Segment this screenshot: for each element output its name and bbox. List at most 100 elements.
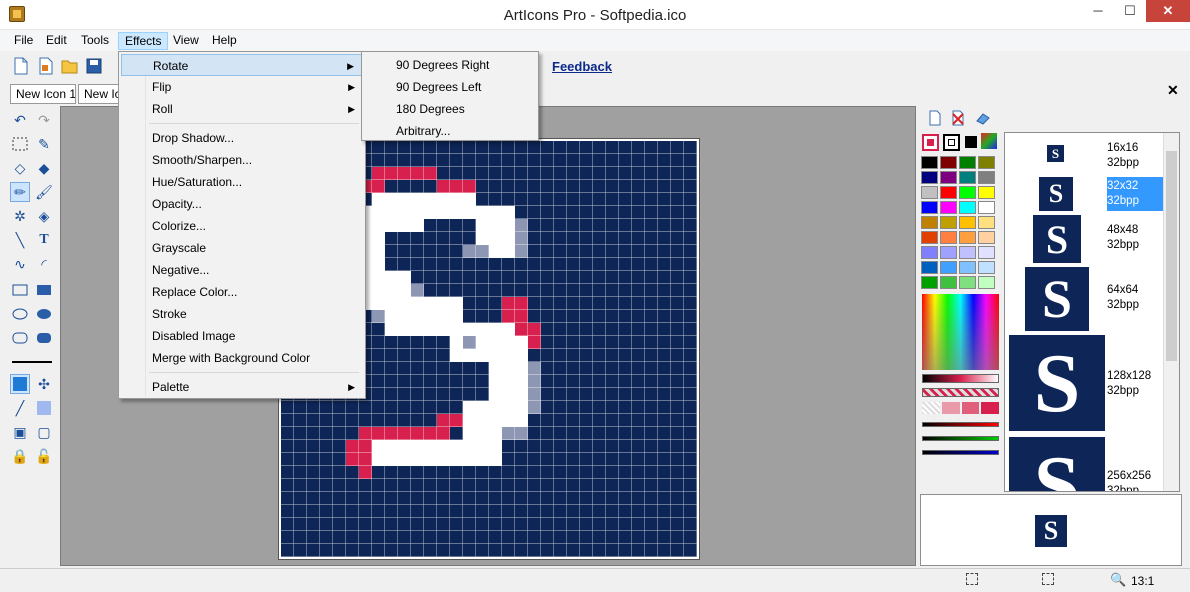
menu-tools[interactable]: Tools (75, 32, 115, 50)
new-from-image-icon[interactable] (37, 57, 55, 75)
menu-item-opacity[interactable]: Opacity... (121, 193, 363, 215)
feedback-link[interactable]: Feedback (552, 59, 612, 74)
clear-icon[interactable] (975, 111, 991, 125)
filled-ellipse-icon[interactable] (34, 304, 54, 324)
color-spectrum[interactable] (922, 294, 999, 370)
menu-file[interactable]: File (8, 32, 39, 50)
palette-swatch[interactable] (940, 156, 957, 169)
palette-swatch[interactable] (978, 171, 995, 184)
palette-swatch[interactable] (940, 216, 957, 229)
line-icon[interactable]: ╲ (10, 230, 30, 250)
rect-select-icon[interactable] (10, 134, 30, 154)
alpha-slider[interactable] (922, 388, 999, 397)
menu-item-hue-saturation[interactable]: Hue/Saturation... (121, 171, 363, 193)
default-colors-icon[interactable] (981, 133, 997, 149)
menu-item-negative[interactable]: Negative... (121, 259, 363, 281)
menu-item-rotate-arbitrary[interactable]: Arbitrary... (364, 120, 536, 142)
alpha-swatch[interactable] (981, 402, 999, 414)
redo-icon[interactable]: ↷ (34, 110, 54, 130)
fill-mode-icon[interactable] (10, 374, 30, 394)
maximize-button[interactable]: ☐ (1114, 0, 1146, 22)
palette-swatch[interactable] (959, 216, 976, 229)
palette-swatch[interactable] (921, 231, 938, 244)
menu-item-flip[interactable]: Flip ▶ (121, 76, 363, 98)
secondary-color-icon[interactable] (943, 134, 960, 151)
list-item-16x16[interactable]: S 16x16 32bpp (1005, 137, 1163, 177)
alpha-swatch[interactable] (961, 402, 980, 414)
menu-item-roll[interactable]: Roll ▶ (121, 98, 363, 120)
palette-swatch[interactable] (978, 201, 995, 214)
palette-swatch[interactable] (940, 276, 957, 289)
size-list-scrollbar[interactable] (1163, 133, 1179, 491)
ellipse-icon[interactable] (10, 304, 30, 324)
rectangle-icon[interactable] (10, 280, 30, 300)
lock-icon[interactable]: 🔒 (10, 446, 30, 466)
eraser-icon[interactable]: ◇ (10, 158, 30, 178)
fill-bucket-icon[interactable]: ◈ (34, 206, 54, 226)
eraser-block-icon[interactable]: ◆ (34, 158, 54, 178)
new-file-icon[interactable] (12, 57, 30, 75)
curve-icon[interactable]: ∿ (10, 254, 30, 274)
menu-item-grayscale[interactable]: Grayscale (121, 237, 363, 259)
palette-swatch[interactable] (978, 186, 995, 199)
alpha-swatch[interactable] (941, 402, 960, 414)
palette-swatch[interactable] (921, 216, 938, 229)
menu-item-drop-shadow[interactable]: Drop Shadow... (121, 127, 363, 149)
palette-swatch[interactable] (959, 156, 976, 169)
list-item-32x32[interactable]: S 32x32 32bpp (1005, 173, 1163, 213)
undo-icon[interactable]: ↶ (10, 110, 30, 130)
palette-swatch[interactable] (959, 276, 976, 289)
menu-item-rotate-90-right[interactable]: 90 Degrees Right (364, 54, 536, 76)
menu-item-palette[interactable]: Palette ▶ (121, 376, 363, 398)
primary-color-icon[interactable] (922, 134, 939, 151)
palette-swatch[interactable] (959, 246, 976, 259)
list-item-256x256[interactable]: S 256x256 32bpp (1005, 437, 1163, 491)
scrollbar-thumb[interactable] (1166, 151, 1177, 361)
list-item-128x128[interactable]: S 128x128 32bpp (1005, 335, 1163, 433)
palette-swatch[interactable] (959, 231, 976, 244)
transparency-icon[interactable]: ✣ (34, 374, 54, 394)
unlock-icon[interactable]: 🔓 (34, 446, 54, 466)
menu-view[interactable]: View (167, 32, 205, 50)
pencil-icon[interactable]: ✏ (10, 182, 30, 202)
palette-swatch[interactable] (940, 201, 957, 214)
palette-swatch[interactable] (921, 276, 938, 289)
list-item-64x64[interactable]: S 64x64 32bpp (1005, 267, 1163, 333)
palette-swatch[interactable] (959, 201, 976, 214)
palette-swatch[interactable] (978, 231, 995, 244)
palette-swatch[interactable] (921, 261, 938, 274)
menu-item-rotate[interactable]: Rotate ▶ (121, 54, 363, 76)
palette-swatch[interactable] (921, 156, 938, 169)
filled-rectangle-icon[interactable] (34, 280, 54, 300)
palette-swatch[interactable] (940, 186, 957, 199)
close-document-icon[interactable]: ✕ (1167, 82, 1179, 99)
color-picker-icon[interactable]: ✎ (34, 134, 54, 154)
menu-item-rotate-180[interactable]: 180 Degrees (364, 98, 536, 120)
palette-swatch[interactable] (978, 261, 995, 274)
palette-swatch[interactable] (921, 186, 938, 199)
menu-item-smooth-sharpen[interactable]: Smooth/Sharpen... (121, 149, 363, 171)
antialias-icon[interactable]: ╱ (10, 398, 30, 418)
menu-item-rotate-90-left[interactable]: 90 Degrees Left (364, 76, 536, 98)
palette-swatch[interactable] (940, 231, 957, 244)
arc-icon[interactable]: ◜ (34, 254, 54, 274)
palette-swatch[interactable] (940, 171, 957, 184)
menu-item-colorize[interactable]: Colorize... (121, 215, 363, 237)
filled-round-rect-icon[interactable] (34, 328, 54, 348)
close-button[interactable]: ✕ (1146, 0, 1190, 22)
round-rect-icon[interactable] (10, 328, 30, 348)
spray-icon[interactable]: ✲ (10, 206, 30, 226)
minimize-button[interactable]: ─ (1082, 0, 1114, 22)
palette-swatch[interactable] (959, 186, 976, 199)
palette-swatch[interactable] (940, 246, 957, 259)
palette-swatch[interactable] (978, 216, 995, 229)
menu-item-merge-background[interactable]: Merge with Background Color (121, 347, 363, 369)
menu-effects[interactable]: Effects (118, 32, 169, 50)
luminance-slider[interactable] (922, 374, 999, 383)
menu-item-stroke[interactable]: Stroke (121, 303, 363, 325)
layer-front-icon[interactable]: ▣ (10, 422, 30, 442)
menu-help[interactable]: Help (206, 32, 243, 50)
green-slider[interactable] (922, 436, 999, 441)
layer-back-icon[interactable]: ▢ (34, 422, 54, 442)
brush-icon[interactable]: 🖌 (34, 182, 54, 202)
